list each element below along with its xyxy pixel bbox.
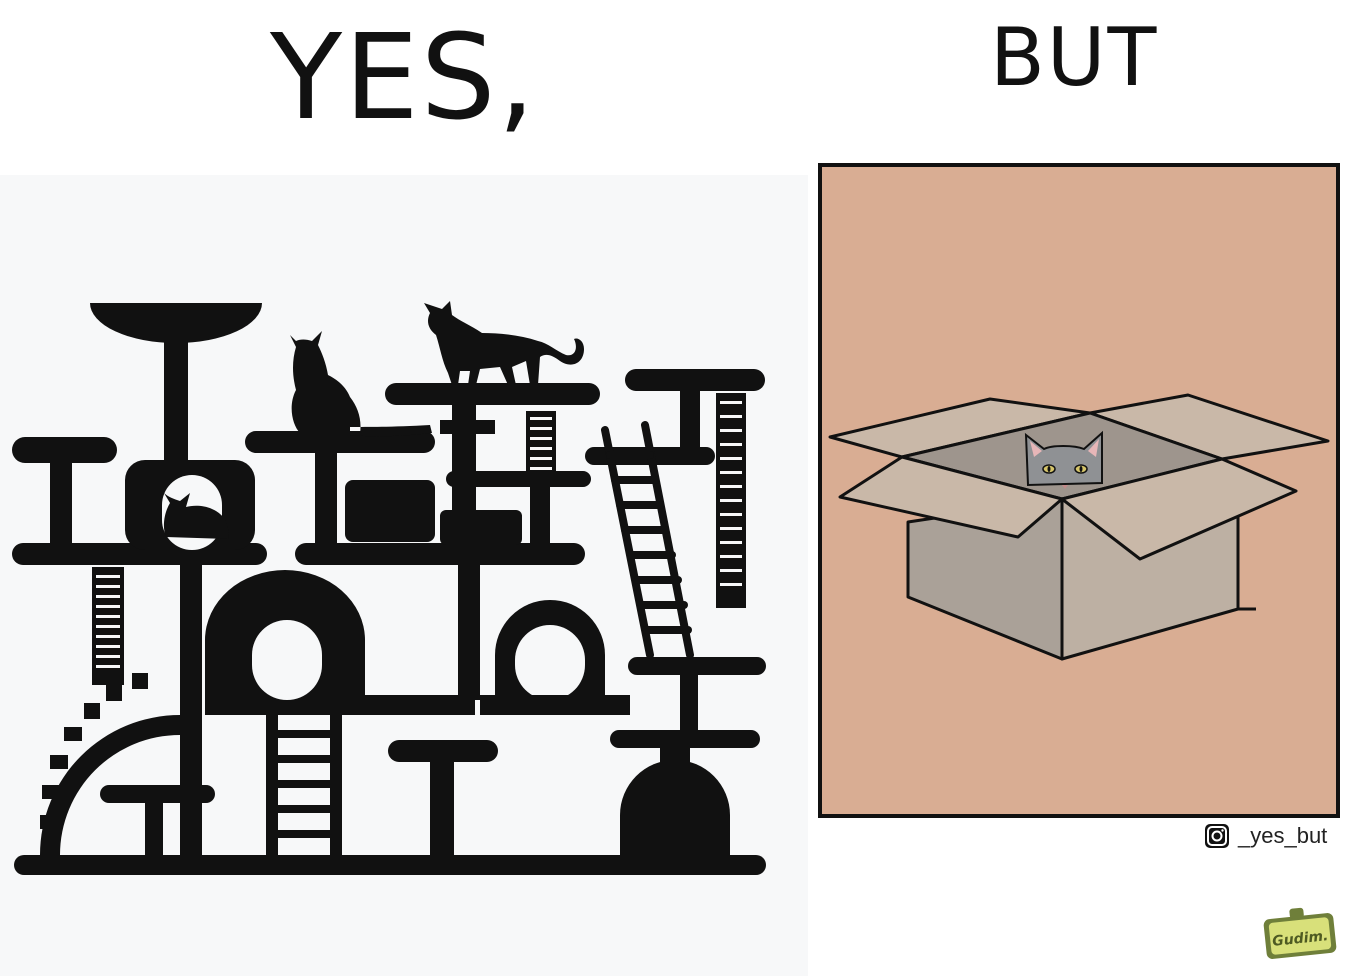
cardboard-box-panel bbox=[818, 163, 1340, 818]
instagram-icon bbox=[1205, 824, 1229, 848]
cat-tree-panel bbox=[0, 175, 808, 976]
standing-cat bbox=[424, 301, 584, 385]
comic-page: YES, BUT _yes_but Gudim. bbox=[0, 0, 1348, 976]
instagram-handle: _yes_but bbox=[1238, 823, 1328, 848]
but-heading: BUT bbox=[990, 11, 1159, 104]
cat-tree-illustration bbox=[12, 301, 766, 875]
yes-heading: YES, bbox=[270, 8, 538, 146]
instagram-credit: _yes_but bbox=[1204, 822, 1327, 850]
gudim-logo: Gudim. bbox=[1263, 907, 1337, 959]
cardboard-box-illustration bbox=[828, 393, 1330, 661]
